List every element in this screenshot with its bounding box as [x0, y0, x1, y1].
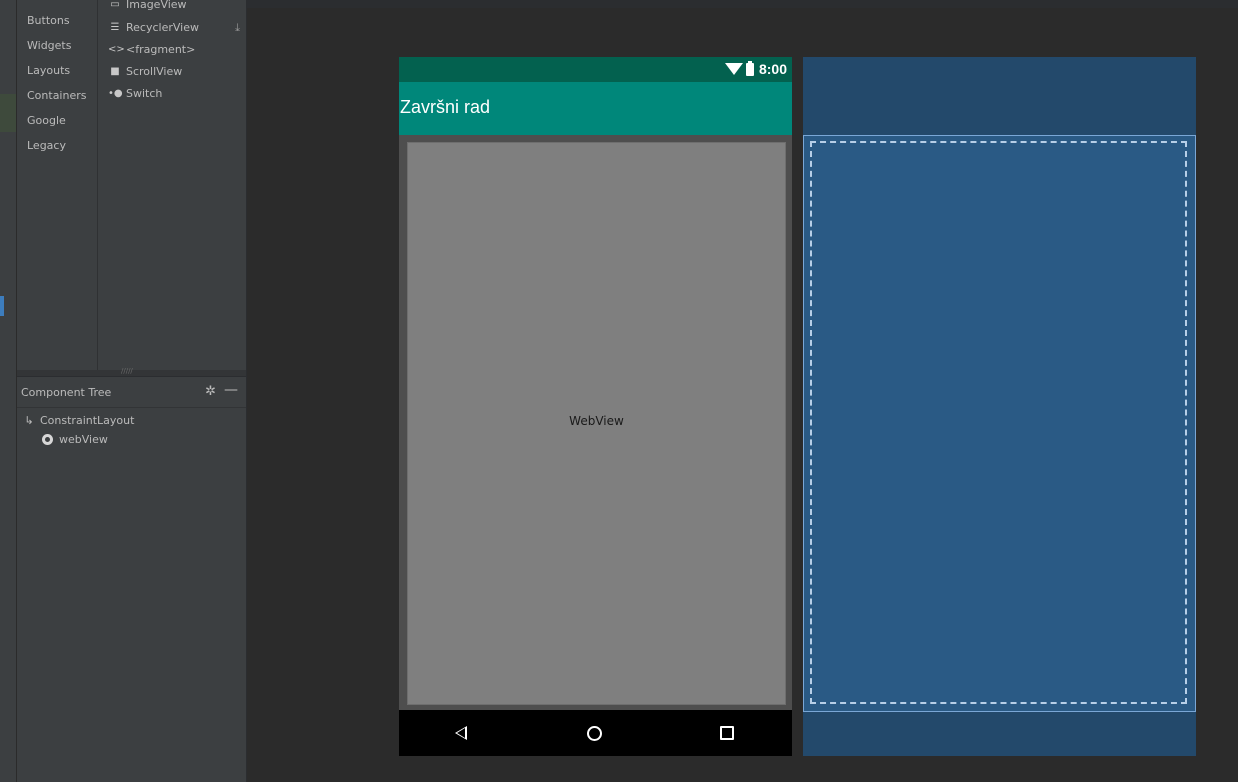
list-icon: ☰: [110, 22, 120, 33]
app-title: Završni rad: [400, 97, 491, 117]
palette-category-containers[interactable]: Containers: [27, 83, 87, 108]
palette-widget-imageview[interactable]: ▭ ImageView: [108, 0, 246, 10]
left-tool-strip: [0, 0, 17, 782]
palette-category-buttons[interactable]: Buttons: [27, 8, 87, 33]
palette-widget-switch[interactable]: •● Switch: [108, 83, 246, 105]
tree-item-constraintlayout[interactable]: ↳ ConstraintLayout: [17, 411, 246, 430]
status-time: 8:00: [758, 61, 787, 77]
blueprint-webview[interactable]: [810, 141, 1187, 704]
recents-icon: [720, 726, 734, 740]
battery-icon: [745, 60, 754, 76]
component-tree-title: Component Tree: [21, 385, 112, 399]
download-icon[interactable]: ⤓: [235, 17, 240, 39]
gear-icon[interactable]: ✲: [205, 384, 216, 399]
status-bar-right: 8:00: [724, 60, 787, 77]
navigation-bar: [399, 710, 792, 756]
palette-widget-recyclerview[interactable]: ☰ RecyclerView ⤓: [108, 17, 246, 39]
palette-divider: [97, 0, 98, 370]
widget-label: ScrollView: [126, 65, 183, 78]
blueprint-constraint-layout[interactable]: [803, 135, 1196, 712]
palette-panel: Buttons Widgets Layouts Containers Googl…: [17, 0, 246, 370]
switch-icon: •●: [108, 88, 123, 99]
blueprint-surface[interactable]: [803, 57, 1196, 756]
widget-label: <fragment>: [126, 43, 196, 56]
tree-item-webview[interactable]: webView: [17, 430, 246, 449]
scrollview-icon: ■: [110, 66, 120, 77]
tree-item-label: ConstraintLayout: [40, 414, 135, 427]
panel-splitter[interactable]: /////: [17, 367, 246, 376]
palette-category-google[interactable]: Google: [27, 108, 87, 133]
palette-widget-scrollview[interactable]: ■ ScrollView: [108, 61, 246, 83]
palette-category-layouts[interactable]: Layouts: [27, 58, 87, 83]
design-surface-device[interactable]: 8:00 Završni rad WebView: [399, 57, 792, 756]
component-tree-panel: Component Tree ✲ — ↳ ConstraintLayout we…: [17, 377, 246, 782]
component-tree-header: Component Tree ✲ —: [17, 377, 246, 408]
tool-strip-marker: [0, 94, 16, 132]
webview-component[interactable]: WebView: [407, 142, 786, 705]
palette-category-widgets[interactable]: Widgets: [27, 33, 87, 58]
status-bar: 8:00: [399, 57, 792, 82]
back-icon: [455, 726, 467, 740]
image-icon: ▭: [110, 0, 120, 10]
palette-category-legacy[interactable]: Legacy: [27, 133, 87, 158]
splitter-grip-icon: /////: [121, 367, 133, 375]
constraint-layout-icon: ↳: [24, 414, 34, 427]
palette-widget-list: ▭ ImageView ☰ RecyclerView ⤓ <> <fragmen…: [108, 0, 246, 105]
webview-label: WebView: [569, 414, 624, 428]
webview-globe-icon: [42, 434, 53, 445]
home-icon: [587, 726, 602, 741]
code-brackets-icon: <>: [108, 44, 125, 55]
widget-label: ImageView: [126, 0, 187, 10]
palette-widget-fragment[interactable]: <> <fragment>: [108, 39, 246, 61]
tool-strip-selection: [0, 296, 4, 316]
widget-label: Switch: [126, 87, 163, 100]
palette-categories: Buttons Widgets Layouts Containers Googl…: [27, 8, 87, 158]
tree-item-label: webView: [59, 433, 108, 446]
wifi-icon: [724, 63, 743, 75]
widget-label: RecyclerView: [126, 21, 199, 34]
minimize-icon[interactable]: —: [224, 382, 238, 398]
